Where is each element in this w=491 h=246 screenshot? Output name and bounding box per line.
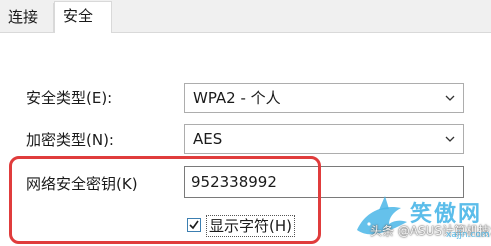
encryption-type-value: AES <box>193 130 223 148</box>
chevron-down-icon <box>445 136 455 142</box>
security-type-value: WPA2 - 个人 <box>193 89 281 107</box>
chevron-down-icon <box>445 95 455 101</box>
tab-connection[interactable]: 连接 <box>0 3 54 32</box>
tab-security[interactable]: 安全 <box>54 1 112 33</box>
highlight-annotation <box>9 156 321 244</box>
security-type-label: 安全类型(E): <box>26 89 113 107</box>
encryption-type-dropdown[interactable]: AES <box>184 124 464 154</box>
encryption-type-label: 加密类型(N): <box>26 131 114 149</box>
security-type-dropdown[interactable]: WPA2 - 个人 <box>184 83 464 113</box>
tab-strip: 连接 安全 <box>0 0 491 33</box>
watermark-domain: xajjn.com <box>446 230 490 240</box>
